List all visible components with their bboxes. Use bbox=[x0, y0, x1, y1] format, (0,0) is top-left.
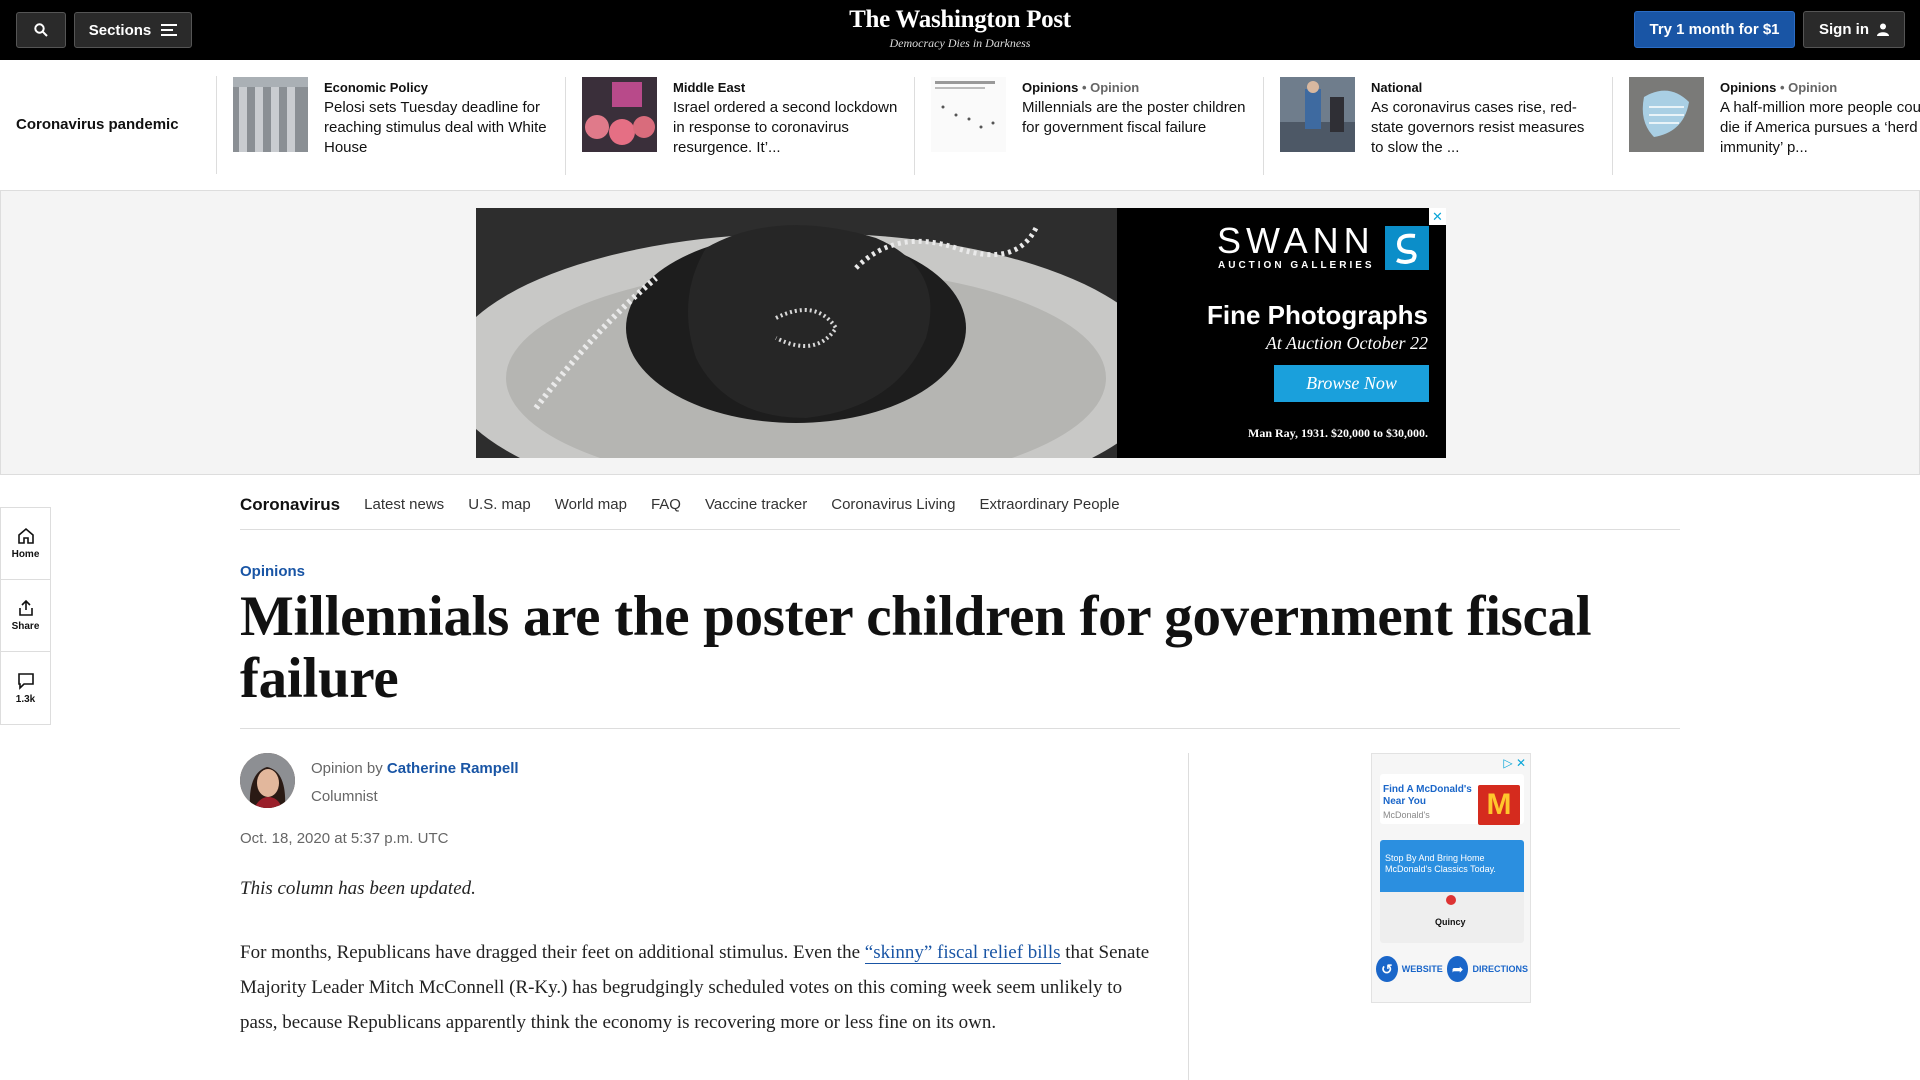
user-icon bbox=[1877, 23, 1889, 36]
ad-directions-link[interactable]: DIRECTIONS bbox=[1472, 964, 1528, 974]
home-icon bbox=[17, 527, 34, 544]
logo-tagline: Democracy Dies in Darkness bbox=[889, 36, 1031, 50]
ad-map: Quincy bbox=[1380, 892, 1524, 943]
story-thumbnail bbox=[582, 77, 657, 152]
story-kicker: Economic Policy bbox=[324, 80, 429, 95]
ad-promo-text: Stop By And Bring Home McDonald's Classi… bbox=[1380, 840, 1524, 892]
ad-card-title: Find A McDonald's Near You bbox=[1383, 784, 1472, 807]
strip-story[interactable]: Middle East Israel ordered a second lock… bbox=[566, 77, 915, 175]
sections-label: Sections bbox=[88, 21, 152, 39]
sign-in-button[interactable]: Sign in bbox=[1803, 11, 1905, 48]
site-logo[interactable]: The Washington Post Democracy Dies in Da… bbox=[810, 6, 1110, 51]
subnav-link-extraordinary-people[interactable]: Extraordinary People bbox=[979, 496, 1119, 513]
story-headline: A half-million more people could die if … bbox=[1720, 99, 1920, 156]
byline-prefix: Opinion by bbox=[311, 760, 387, 777]
ad-brand: SWANN bbox=[1217, 220, 1375, 261]
website-icon[interactable]: ↺ bbox=[1376, 956, 1398, 982]
author-link[interactable]: Catherine Rampell bbox=[387, 760, 519, 777]
menu-icon bbox=[161, 24, 178, 36]
strip-story[interactable]: Opinions • Opinion A half-million more p… bbox=[1613, 77, 1920, 175]
sign-in-label: Sign in bbox=[1819, 21, 1869, 38]
ad-browse-button[interactable]: Browse Now bbox=[1274, 365, 1429, 402]
mcdonalds-logo-icon: M bbox=[1478, 785, 1520, 825]
story-kicker: National bbox=[1371, 80, 1423, 95]
map-label: Quincy bbox=[1435, 917, 1466, 927]
strip-story[interactable]: Economic Policy Pelosi sets Tuesday dead… bbox=[217, 77, 566, 175]
ad-photo bbox=[476, 208, 1117, 458]
side-ad[interactable]: ▷ ✕ Find A McDonald's Near You McDonald'… bbox=[1371, 753, 1531, 1003]
ad-map-card[interactable]: Stop By And Bring Home McDonald's Classi… bbox=[1380, 840, 1524, 943]
author-photo bbox=[240, 753, 295, 808]
subscribe-button[interactable]: Try 1 month for $1 bbox=[1634, 11, 1795, 48]
adchoices-icon[interactable]: ▷ ✕ bbox=[1503, 756, 1526, 770]
share-icon bbox=[18, 599, 33, 616]
rail-comments-count: 1.3k bbox=[15, 693, 36, 705]
headline-strip: Coronavirus pandemic Economic Policy Pel… bbox=[0, 60, 1920, 191]
rail-home-button[interactable]: Home bbox=[1, 508, 50, 580]
logo-name: The Washington Post bbox=[849, 6, 1071, 33]
article-headline: Millennials are the poster children for … bbox=[240, 585, 1592, 710]
story-thumbnail bbox=[1280, 77, 1355, 152]
ad-brand-sub: AUCTION GALLERIES bbox=[1218, 260, 1375, 271]
subnav-link-latest-news[interactable]: Latest news bbox=[364, 496, 444, 513]
subnav-link-us-map[interactable]: U.S. map bbox=[468, 496, 531, 513]
story-thumbnail bbox=[1629, 77, 1704, 152]
directions-icon[interactable]: ➦ bbox=[1446, 956, 1469, 982]
sections-button[interactable]: Sections bbox=[74, 12, 192, 48]
rail-comments-button[interactable]: 1.3k bbox=[1, 652, 50, 724]
byline: Opinion by Catherine Rampell bbox=[311, 760, 519, 777]
subnav-link-world-map[interactable]: World map bbox=[555, 496, 627, 513]
ad-caption: Man Ray, 1931. $20,000 to $30,000. bbox=[1248, 426, 1428, 440]
search-icon bbox=[34, 23, 48, 37]
swann-logo-icon bbox=[1385, 226, 1429, 270]
rail-share-label: Share bbox=[11, 621, 40, 632]
author-role: Columnist bbox=[311, 788, 378, 805]
fiscal-relief-link[interactable]: “skinny” fiscal relief bills bbox=[864, 942, 1061, 964]
section-subnav: Coronavirus Latest news U.S. map World m… bbox=[240, 480, 1680, 530]
ad-subtitle: At Auction October 22 bbox=[1265, 333, 1428, 353]
update-note: This column has been updated. bbox=[240, 878, 476, 899]
story-kicker: Opinions • Opinion bbox=[1022, 80, 1140, 95]
ad-website-link[interactable]: WEBSITE bbox=[1402, 964, 1443, 974]
rail-home-label: Home bbox=[11, 549, 40, 560]
story-headline: Pelosi sets Tuesday deadline for reachin… bbox=[324, 99, 547, 156]
subnav-link-vaccine-tracker[interactable]: Vaccine tracker bbox=[705, 496, 807, 513]
left-rail: Home Share 1.3k bbox=[0, 507, 51, 725]
story-thumbnail bbox=[931, 77, 1006, 152]
map-pin-icon bbox=[1446, 895, 1456, 905]
author-avatar[interactable] bbox=[240, 753, 295, 808]
ad-container: SWANN AUCTION GALLERIES Fine Photographs… bbox=[0, 191, 1920, 475]
ad-copy: SWANN AUCTION GALLERIES Fine Photographs… bbox=[1117, 208, 1446, 458]
story-headline: Israel ordered a second lockdown in resp… bbox=[673, 99, 898, 156]
strip-story[interactable]: Opinions • Opinion Millennials are the p… bbox=[915, 77, 1264, 175]
ad-title: Fine Photographs bbox=[1207, 300, 1428, 330]
story-headline: As coronavirus cases rise, red-state gov… bbox=[1371, 99, 1585, 156]
subnav-link-faq[interactable]: FAQ bbox=[651, 496, 681, 513]
subnav-link-coronavirus-living[interactable]: Coronavirus Living bbox=[831, 496, 955, 513]
strip-label[interactable]: Coronavirus pandemic bbox=[16, 116, 179, 133]
story-headline: Millennials are the poster children for … bbox=[1022, 99, 1246, 136]
banner-ad[interactable]: SWANN AUCTION GALLERIES Fine Photographs… bbox=[476, 208, 1446, 458]
ad-card-source: McDonald's bbox=[1383, 810, 1430, 820]
paragraph-text: For months, Republicans have dragged the… bbox=[240, 942, 865, 963]
story-thumbnail bbox=[233, 77, 308, 152]
strip-story[interactable]: National As coronavirus cases rise, red-… bbox=[1264, 77, 1613, 175]
search-button[interactable] bbox=[16, 12, 66, 48]
comment-icon bbox=[17, 672, 34, 690]
article-paragraph: For months, Republicans have dragged the… bbox=[240, 935, 1160, 1040]
top-bar: Sections The Washington Post Democracy D… bbox=[0, 0, 1920, 60]
ad-actions: ↺ WEBSITE ➦ DIRECTIONS bbox=[1376, 954, 1528, 984]
ad-card[interactable]: Find A McDonald's Near You McDonald's M bbox=[1380, 774, 1524, 825]
subnav-title[interactable]: Coronavirus bbox=[240, 495, 340, 515]
story-kicker: Opinions • Opinion bbox=[1720, 80, 1838, 95]
story-kicker: Middle East bbox=[673, 80, 746, 95]
publish-date: Oct. 18, 2020 at 5:37 p.m. UTC bbox=[240, 830, 449, 847]
headline-divider bbox=[240, 728, 1680, 729]
rail-share-button[interactable]: Share bbox=[1, 580, 50, 652]
article-kicker[interactable]: Opinions bbox=[240, 563, 305, 580]
column-divider bbox=[1188, 753, 1189, 1080]
adchoices-close-icon[interactable]: ✕ bbox=[1429, 208, 1446, 225]
